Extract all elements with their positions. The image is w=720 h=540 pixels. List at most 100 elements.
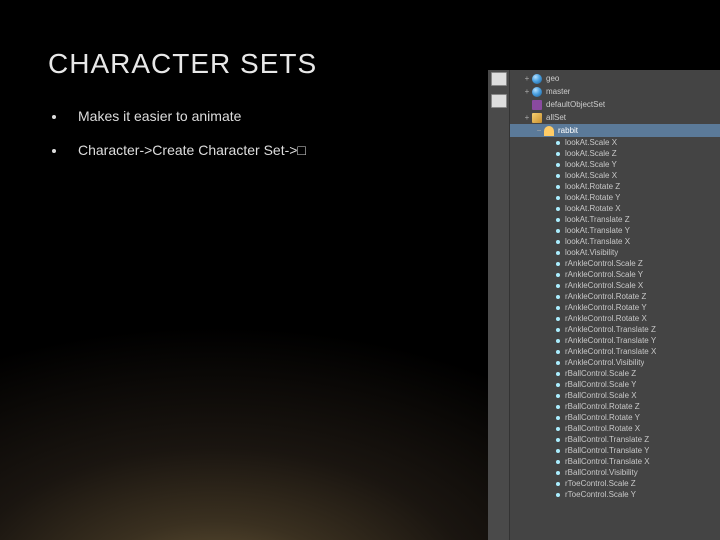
set-icon [532, 113, 542, 123]
attr-dot-icon [556, 449, 560, 453]
attr-row[interactable]: lookAt.Translate Z [510, 214, 720, 225]
twisty-icon[interactable]: + [522, 75, 532, 83]
attr-label: rBallControl.Translate Y [565, 446, 649, 455]
attr-label: rBallControl.Translate X [565, 457, 650, 466]
attr-dot-icon [556, 460, 560, 464]
tree-node-selected[interactable]: − rabbit [510, 124, 720, 137]
attr-row[interactable]: lookAt.Scale X [510, 137, 720, 148]
attr-row[interactable]: rToeControl.Scale Z [510, 478, 720, 489]
globe-icon [532, 87, 542, 97]
attr-row[interactable]: rBallControl.Rotate Y [510, 412, 720, 423]
attr-label: lookAt.Scale Y [565, 160, 617, 169]
attr-label: rBallControl.Scale Y [565, 380, 636, 389]
node-label: geo [546, 74, 559, 83]
attr-row[interactable]: rAnkleControl.Rotate Y [510, 302, 720, 313]
attr-row[interactable]: rAnkleControl.Translate Z [510, 324, 720, 335]
twisty-icon[interactable]: − [534, 127, 544, 135]
attr-label: rAnkleControl.Translate X [565, 347, 656, 356]
attr-dot-icon [556, 372, 560, 376]
outliner-panel: + geo + master defaultObjectSet + allSet… [488, 70, 720, 540]
attr-dot-icon [556, 218, 560, 222]
attr-row[interactable]: rAnkleControl.Translate X [510, 346, 720, 357]
attr-dot-icon [556, 295, 560, 299]
character-icon [544, 126, 554, 136]
attr-row[interactable]: rAnkleControl.Scale Y [510, 269, 720, 280]
attr-row[interactable]: rAnkleControl.Rotate X [510, 313, 720, 324]
attr-row[interactable]: lookAt.Visibility [510, 247, 720, 258]
tree-node[interactable]: + geo [510, 72, 720, 85]
attr-row[interactable]: rToeControl.Scale Y [510, 489, 720, 500]
gutter-button[interactable] [491, 72, 507, 86]
attr-row[interactable]: rBallControl.Rotate X [510, 423, 720, 434]
attr-row[interactable]: rAnkleControl.Scale Z [510, 258, 720, 269]
attr-dot-icon [556, 471, 560, 475]
attr-dot-icon [556, 339, 560, 343]
bullet-text: Character->Create Character Set->□ [78, 142, 306, 158]
attr-row[interactable]: rBallControl.Translate X [510, 456, 720, 467]
attr-dot-icon [556, 361, 560, 365]
attr-row[interactable]: lookAt.Translate X [510, 236, 720, 247]
attr-dot-icon [556, 262, 560, 266]
attr-row[interactable]: lookAt.Rotate Z [510, 181, 720, 192]
attr-row[interactable]: rAnkleControl.Rotate Z [510, 291, 720, 302]
attr-dot-icon [556, 350, 560, 354]
attr-row[interactable]: rBallControl.Visibility [510, 467, 720, 478]
attr-dot-icon [556, 383, 560, 387]
outliner-tree[interactable]: + geo + master defaultObjectSet + allSet… [510, 70, 720, 540]
attr-label: rBallControl.Rotate Y [565, 413, 640, 422]
attr-dot-icon [556, 482, 560, 486]
attr-row[interactable]: rBallControl.Translate Z [510, 434, 720, 445]
twisty-icon[interactable]: + [522, 88, 532, 96]
attr-row[interactable]: rBallControl.Scale Y [510, 379, 720, 390]
attr-dot-icon [556, 394, 560, 398]
tree-node[interactable]: + master [510, 85, 720, 98]
attr-dot-icon [556, 427, 560, 431]
attr-dot-icon [556, 317, 560, 321]
attr-label: lookAt.Scale X [565, 171, 617, 180]
attr-row[interactable]: rBallControl.Scale Z [510, 368, 720, 379]
gutter-button[interactable] [491, 94, 507, 108]
attr-label: rBallControl.Rotate X [565, 424, 640, 433]
attr-label: lookAt.Translate X [565, 237, 630, 246]
globe-icon [532, 74, 542, 84]
attr-dot-icon [556, 207, 560, 211]
attr-row[interactable]: rBallControl.Scale X [510, 390, 720, 401]
attr-row[interactable]: lookAt.Translate Y [510, 225, 720, 236]
node-label: allSet [546, 113, 566, 122]
attr-dot-icon [556, 328, 560, 332]
bullet-dot-icon [52, 149, 56, 153]
tree-node[interactable]: defaultObjectSet [510, 98, 720, 111]
attr-row[interactable]: lookAt.Rotate Y [510, 192, 720, 203]
attr-label: rAnkleControl.Visibility [565, 358, 644, 367]
attr-label: rBallControl.Translate Z [565, 435, 649, 444]
attr-label: lookAt.Translate Z [565, 215, 630, 224]
attr-dot-icon [556, 251, 560, 255]
attr-label: rAnkleControl.Scale Y [565, 270, 643, 279]
attr-row[interactable]: rAnkleControl.Visibility [510, 357, 720, 368]
attr-label: rAnkleControl.Translate Y [565, 336, 656, 345]
attr-label: lookAt.Rotate X [565, 204, 621, 213]
attr-label: rAnkleControl.Scale X [565, 281, 643, 290]
attr-row[interactable]: lookAt.Scale Y [510, 159, 720, 170]
twisty-icon[interactable]: + [522, 114, 532, 122]
attr-row[interactable]: rBallControl.Rotate Z [510, 401, 720, 412]
attr-dot-icon [556, 438, 560, 442]
attr-dot-icon [556, 229, 560, 233]
attr-row[interactable]: rAnkleControl.Scale X [510, 280, 720, 291]
attr-dot-icon [556, 405, 560, 409]
attr-label: rAnkleControl.Scale Z [565, 259, 643, 268]
attr-label: rBallControl.Scale Z [565, 369, 636, 378]
attr-row[interactable]: lookAt.Scale X [510, 170, 720, 181]
attr-row[interactable]: rBallControl.Translate Y [510, 445, 720, 456]
attr-dot-icon [556, 240, 560, 244]
attr-dot-icon [556, 416, 560, 420]
attr-label: rToeControl.Scale Y [565, 490, 636, 499]
attr-row[interactable]: rAnkleControl.Translate Y [510, 335, 720, 346]
attr-dot-icon [556, 196, 560, 200]
attr-dot-icon [556, 493, 560, 497]
attr-row[interactable]: lookAt.Rotate X [510, 203, 720, 214]
attr-row[interactable]: lookAt.Scale Z [510, 148, 720, 159]
bullet-dot-icon [52, 115, 56, 119]
tree-node[interactable]: + allSet [510, 111, 720, 124]
attr-list: lookAt.Scale XlookAt.Scale ZlookAt.Scale… [510, 137, 720, 500]
